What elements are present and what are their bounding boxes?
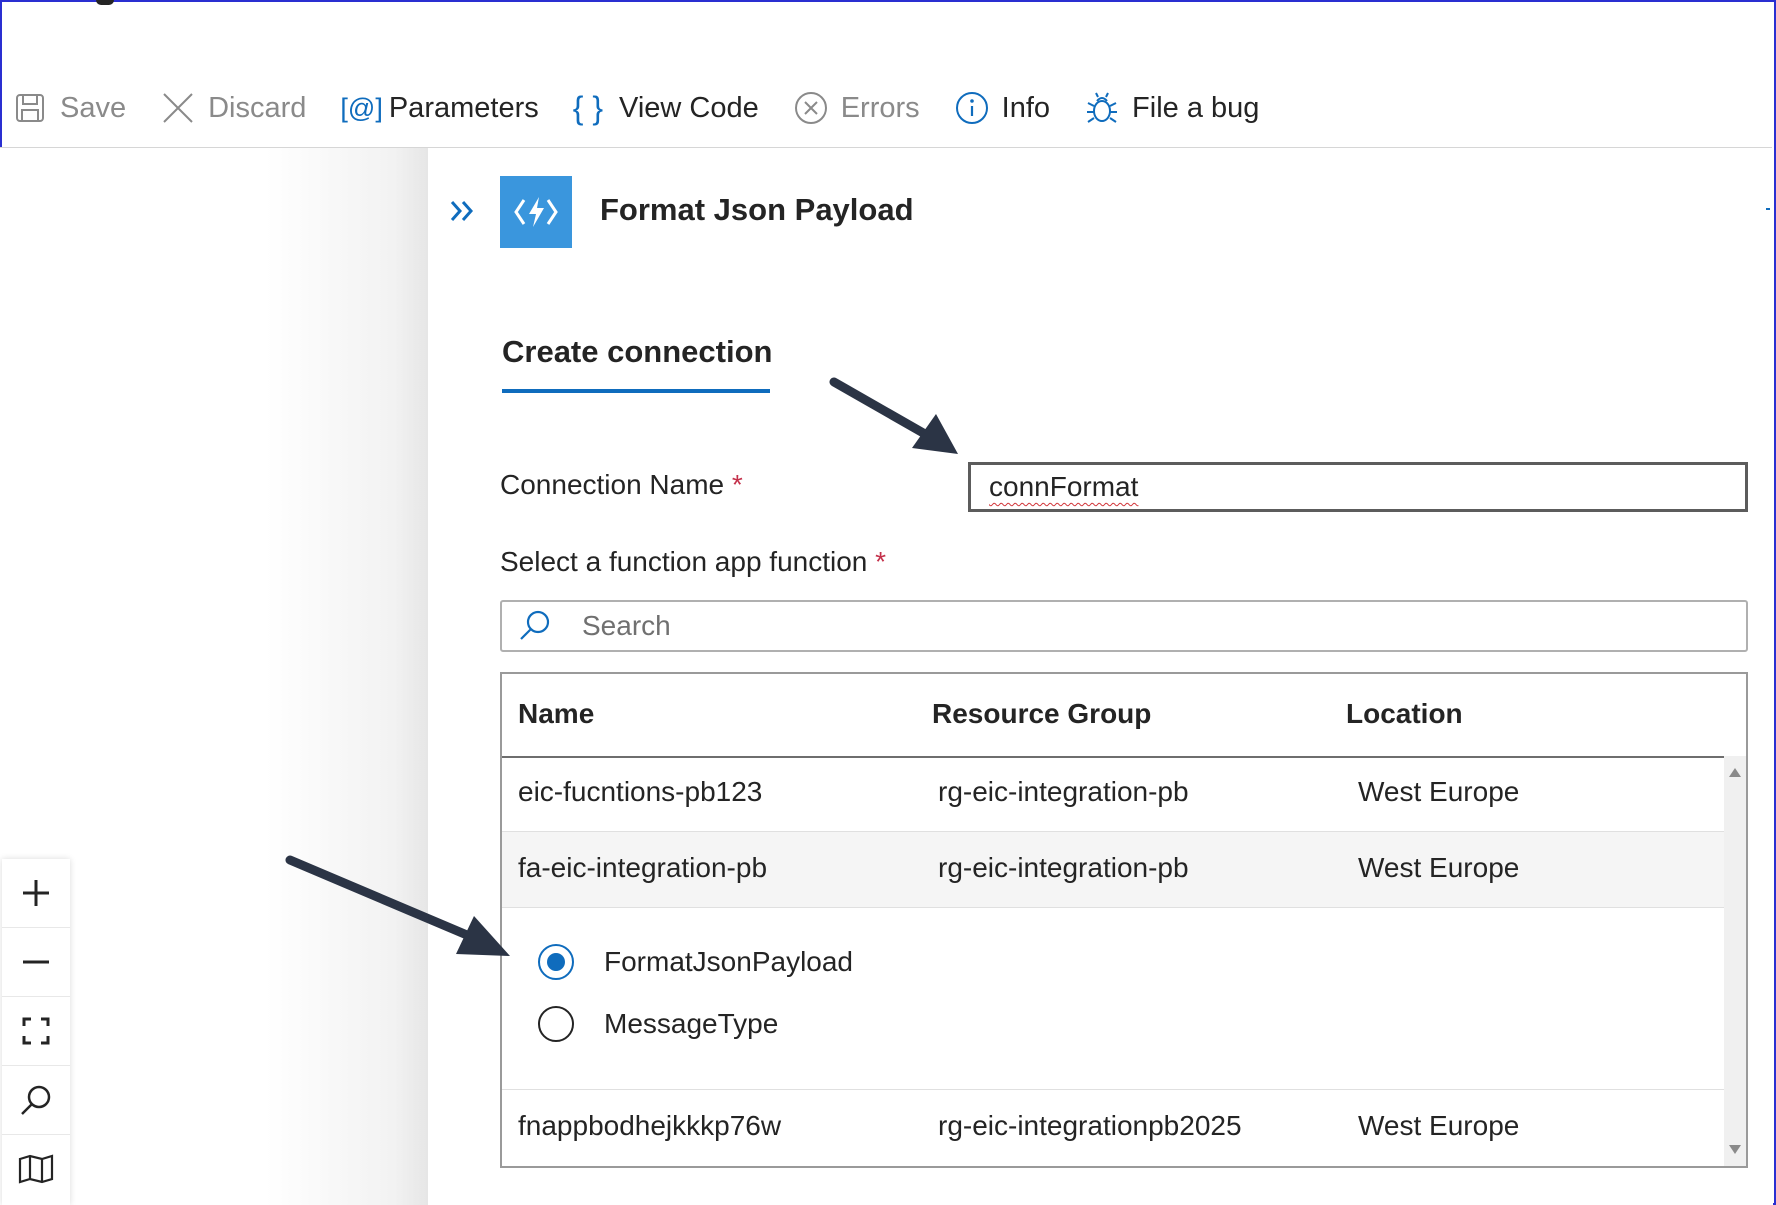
search-placeholder: Search — [582, 610, 671, 641]
cell-name: fnappbodhejkkkp76w — [518, 1110, 782, 1141]
errors-label: Errors — [840, 91, 920, 124]
column-header-location[interactable]: Location — [1346, 698, 1463, 730]
action-details-panel: Format Json Payload Create connection Co… — [428, 148, 1773, 1205]
table-row-selected[interactable]: fa-eic-integration-pb rg-eic-integration… — [502, 832, 1726, 908]
required-indicator: * — [731, 469, 743, 500]
bug-icon — [1084, 90, 1120, 126]
cell-location: West Europe — [1358, 776, 1520, 807]
function-select-label: Select a function app function * — [500, 546, 886, 578]
parameters-label: Parameters — [388, 91, 539, 124]
collapse-panel-button[interactable] — [448, 196, 478, 226]
function-radio-group: FormatJsonPayload MessageType — [502, 908, 1726, 1090]
radio-button[interactable] — [538, 1006, 574, 1042]
error-circle-icon — [793, 90, 829, 126]
fit-view-button[interactable] — [2, 997, 70, 1066]
info-button[interactable]: Info — [954, 90, 1050, 126]
grid-scrollbar[interactable] — [1724, 756, 1746, 1166]
save-icon — [12, 90, 48, 126]
save-button[interactable]: Save — [12, 90, 126, 126]
function-option-label: MessageType — [604, 1008, 779, 1039]
code-braces-icon: { } — [572, 89, 603, 126]
grid-header: Name Resource Group Location — [502, 674, 1746, 758]
info-icon — [954, 90, 990, 126]
tab-active-indicator — [502, 389, 770, 393]
discard-label: Discard — [208, 91, 307, 124]
scroll-down-arrow-icon[interactable] — [1729, 1145, 1741, 1154]
minimap-button[interactable] — [2, 1135, 70, 1203]
function-app-grid: Name Resource Group Location eic-fucntio… — [500, 672, 1748, 1168]
function-option-formatjsonpayload[interactable]: FormatJsonPayload — [538, 944, 853, 980]
table-row[interactable]: fnappbodhejkkkp76w rg-eic-integrationpb2… — [502, 1090, 1726, 1166]
edge-marker — [1766, 208, 1770, 210]
function-option-label: FormatJsonPayload — [604, 946, 854, 977]
function-option-messagetype[interactable]: MessageType — [538, 1006, 778, 1042]
connection-name-label-text: Connection Name — [500, 469, 725, 500]
search-icon — [518, 608, 554, 644]
function-app-icon — [500, 176, 572, 248]
canvas-search-button[interactable] — [2, 1066, 70, 1135]
map-icon — [18, 1154, 54, 1184]
plus-icon — [23, 880, 49, 906]
cell-resource-group: rg-eic-integration-pb — [938, 852, 1189, 883]
double-chevron-right-icon — [450, 201, 474, 221]
cell-resource-group: rg-eic-integrationpb2025 — [938, 1110, 1242, 1141]
fit-view-icon — [22, 1017, 50, 1045]
panel-title: Format Json Payload — [600, 192, 914, 227]
cell-location: West Europe — [1358, 1110, 1520, 1141]
connection-name-value: connFormat — [989, 471, 1139, 502]
connection-name-label: Connection Name * — [500, 469, 743, 501]
cell-name: eic-fucntions-pb123 — [518, 776, 763, 807]
column-header-resource-group[interactable]: Resource Group — [932, 698, 1151, 730]
parameters-button[interactable]: [@] Parameters — [340, 90, 538, 126]
table-row[interactable]: eic-fucntions-pb123 rg-eic-integration-p… — [502, 756, 1726, 832]
function-search-input[interactable]: Search — [500, 600, 1748, 652]
function-select-label-text: Select a function app function — [500, 546, 868, 577]
search-icon — [21, 1085, 51, 1115]
file-bug-button[interactable]: File a bug — [1084, 90, 1259, 126]
canvas-controls — [2, 859, 70, 1205]
radio-button-checked[interactable] — [538, 944, 574, 980]
parameters-icon: [@] — [340, 92, 383, 123]
view-code-button[interactable]: { } View Code — [573, 90, 759, 126]
cropped-title-glyph — [96, 0, 114, 5]
zoom-in-button[interactable] — [2, 859, 70, 928]
zoom-out-button[interactable] — [2, 928, 70, 997]
file-bug-label: File a bug — [1132, 91, 1260, 124]
annotation-arrow-icon — [829, 377, 958, 454]
errors-button[interactable]: Errors — [793, 90, 920, 126]
annotation-arrow-icon — [285, 855, 510, 956]
required-indicator: * — [875, 546, 887, 577]
cell-resource-group: rg-eic-integration-pb — [938, 776, 1189, 807]
cell-name: fa-eic-integration-pb — [518, 852, 768, 883]
connection-name-input[interactable]: connFormat — [968, 462, 1748, 512]
minus-icon — [23, 960, 49, 964]
column-header-name[interactable]: Name — [518, 698, 594, 730]
discard-button[interactable]: Discard — [160, 90, 306, 126]
scroll-up-arrow-icon[interactable] — [1729, 768, 1741, 777]
designer-toolbar: Save Discard [@] Parameters { } View Cod… — [12, 84, 1293, 132]
save-label: Save — [60, 91, 127, 124]
info-label: Info — [1001, 91, 1051, 124]
view-code-label: View Code — [619, 91, 759, 124]
close-icon — [160, 90, 196, 126]
tab-create-connection[interactable]: Create connection — [502, 334, 772, 370]
cell-location: West Europe — [1358, 852, 1520, 883]
